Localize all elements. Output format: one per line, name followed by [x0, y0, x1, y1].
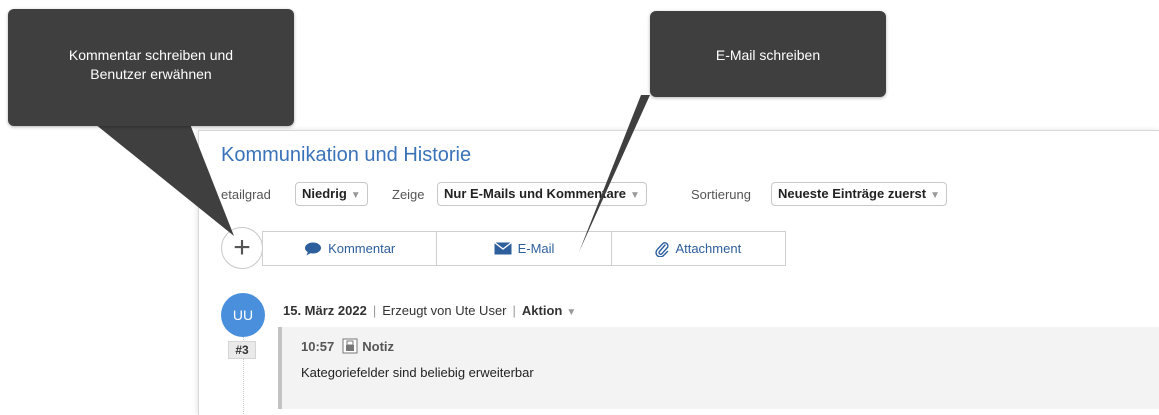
comment-callout-line2: Benutzer erwähnen: [90, 66, 212, 82]
comment-callout-line1: Kommentar schreiben und: [68, 47, 234, 63]
comment-callout: Kommentar schreiben und Benutzer erwähne…: [8, 9, 294, 126]
email-callout-pointer: [579, 95, 650, 252]
email-callout-text: E-Mail schreiben: [715, 47, 821, 63]
comment-callout-pointer: [95, 124, 234, 236]
email-callout: E-Mail schreiben: [650, 11, 886, 97]
